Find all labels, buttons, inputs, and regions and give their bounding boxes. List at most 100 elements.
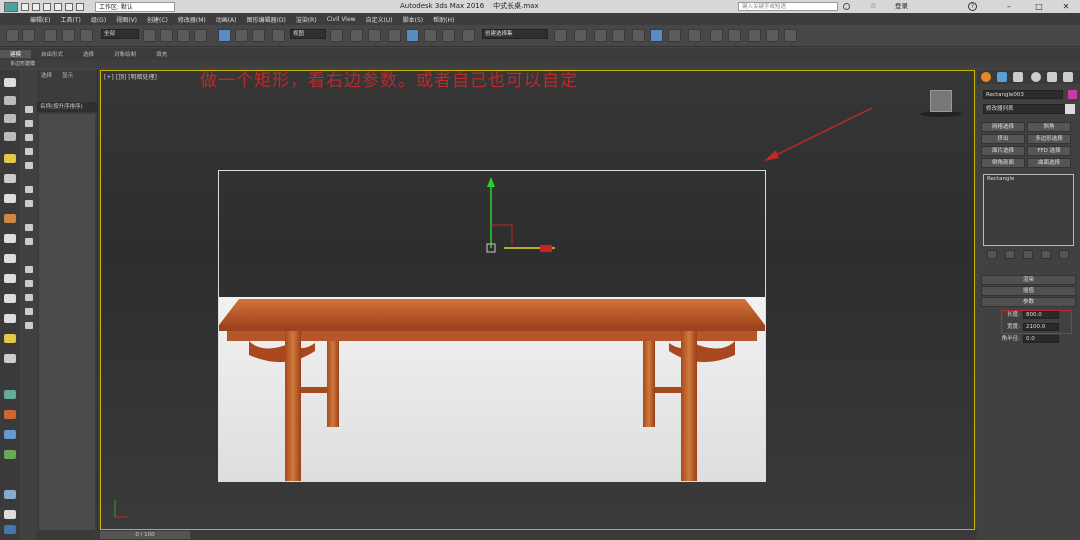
chevron-down-icon[interactable]: [1065, 104, 1075, 114]
select-and-rotate-icon[interactable]: [235, 29, 248, 42]
rollout-parameters[interactable]: 参数: [981, 297, 1076, 307]
cone-icon[interactable]: [4, 314, 16, 323]
object-name-field[interactable]: Rectangle003: [983, 90, 1063, 99]
hierarchy-tab-icon[interactable]: [1013, 72, 1023, 82]
select-by-name-icon[interactable]: [160, 29, 173, 42]
modifier-button-extrude[interactable]: 挤出: [981, 134, 1025, 144]
window-crossing-icon[interactable]: [194, 29, 207, 42]
filter-icon[interactable]: [25, 280, 33, 287]
menu-tools[interactable]: 工具(T): [60, 15, 80, 24]
filter-icon[interactable]: [25, 224, 33, 231]
menu-rendering[interactable]: 渲染(R): [296, 15, 317, 24]
close-button[interactable]: ✕: [1052, 0, 1080, 13]
viewcube[interactable]: [930, 90, 952, 112]
named-selection-dropdown[interactable]: 创建选择集: [482, 29, 548, 39]
object-color-swatch[interactable]: [1068, 90, 1077, 99]
explorer-object-list[interactable]: [39, 114, 95, 534]
filter-icon[interactable]: [25, 200, 33, 207]
box-icon[interactable]: [4, 234, 16, 243]
binoculars-icon[interactable]: [843, 3, 850, 10]
render-iterative-icon[interactable]: [766, 29, 779, 42]
display-tab-icon[interactable]: [1047, 72, 1057, 82]
sphere-icon[interactable]: [4, 490, 16, 499]
modifier-button-poly-select[interactable]: 多边形选择: [1027, 134, 1071, 144]
mirror-icon[interactable]: [554, 29, 567, 42]
render-a360-icon[interactable]: [784, 29, 797, 42]
explorer-tab-select[interactable]: 选择: [41, 70, 52, 82]
menu-customize[interactable]: 自定义(U): [366, 15, 393, 24]
transform-gizmo[interactable]: [480, 175, 570, 255]
toggle-layer-explorer-icon[interactable]: [612, 29, 625, 42]
configure-modifier-sets-icon[interactable]: [1059, 250, 1069, 259]
brush-icon[interactable]: [4, 410, 16, 419]
select-and-move-icon[interactable]: [218, 29, 231, 42]
script-icon[interactable]: [4, 510, 16, 519]
angle-snap-icon[interactable]: [406, 29, 419, 42]
menu-group[interactable]: 组(G): [91, 15, 106, 24]
viewport-label[interactable]: [+] [顶] [明暗处理]: [104, 72, 157, 81]
camera-icon[interactable]: [4, 154, 16, 163]
project-folder-icon[interactable]: [76, 2, 84, 11]
select-object-icon[interactable]: [143, 29, 156, 42]
toggle-ribbon-icon[interactable]: [632, 29, 645, 42]
utilities-tab-icon[interactable]: [1063, 72, 1073, 82]
select-manipulate-icon[interactable]: [350, 29, 363, 42]
undo-icon[interactable]: [54, 2, 62, 11]
help-icon[interactable]: ?: [968, 2, 977, 11]
eye-icon[interactable]: [4, 78, 16, 87]
shape-icon[interactable]: [4, 214, 16, 223]
modifier-stack[interactable]: Rectangle: [983, 174, 1074, 246]
helper-icon[interactable]: [4, 354, 16, 363]
light-icon[interactable]: [4, 174, 16, 183]
modifier-button-mesh-select[interactable]: 网格选择: [981, 122, 1025, 132]
globe-icon[interactable]: [4, 525, 16, 534]
cylinder-icon[interactable]: [4, 254, 16, 263]
link-icon[interactable]: [44, 29, 57, 42]
modifier-button-patch-select[interactable]: 面片选择: [981, 146, 1025, 156]
create-tab-icon[interactable]: [981, 72, 991, 82]
modifier-list-dropdown[interactable]: 修改器列表: [983, 104, 1071, 114]
percent-snap-icon[interactable]: [424, 29, 437, 42]
open-file-icon[interactable]: [32, 2, 40, 11]
sphere-icon[interactable]: [4, 194, 16, 203]
sun-icon[interactable]: [4, 334, 16, 343]
filter-icon[interactable]: [25, 294, 33, 301]
minimize-button[interactable]: –: [995, 0, 1023, 13]
material-editor-icon[interactable]: [688, 29, 701, 42]
render-setup-icon[interactable]: [710, 29, 723, 42]
search-input[interactable]: 键入关键字或短语: [738, 2, 838, 11]
globe-icon[interactable]: [4, 390, 16, 399]
toggle-scene-explorer-icon[interactable]: [594, 29, 607, 42]
list-icon[interactable]: [4, 132, 16, 141]
edit-named-selection-icon[interactable]: [462, 29, 475, 42]
menu-create[interactable]: 创建(C): [147, 15, 168, 24]
param-corner-radius-input[interactable]: 0.0: [1023, 335, 1059, 343]
filter-icon[interactable]: [25, 134, 33, 141]
modifier-stack-item[interactable]: Rectangle: [984, 175, 1073, 183]
ribbon-tab-modeling[interactable]: 建模: [0, 50, 32, 58]
filter-icon[interactable]: [25, 148, 33, 155]
leaf-icon[interactable]: [4, 450, 16, 459]
globe-icon[interactable]: [4, 430, 16, 439]
select-and-scale-icon[interactable]: [252, 29, 265, 42]
show-end-result-icon[interactable]: [1005, 250, 1015, 259]
save-file-icon[interactable]: [43, 2, 51, 11]
filter-icon[interactable]: [25, 162, 33, 169]
filter-icon[interactable]: [25, 120, 33, 127]
rollout-interpolation[interactable]: 插值: [981, 286, 1076, 296]
modify-tab-icon[interactable]: [997, 72, 1007, 82]
modifier-button-ffd-select[interactable]: FFD 选择: [1027, 146, 1071, 156]
sign-in-label[interactable]: 登录: [895, 0, 908, 13]
ribbon-tab-freeform[interactable]: 自由形式: [31, 50, 73, 58]
new-file-icon[interactable]: [21, 2, 29, 11]
filter-icon[interactable]: [25, 186, 33, 193]
app-menu-icon[interactable]: [4, 1, 18, 12]
filter-icon[interactable]: [25, 238, 33, 245]
menu-scripting[interactable]: 脚本(S): [403, 15, 424, 24]
snaps-toggle-icon[interactable]: [388, 29, 401, 42]
keyboard-shortcut-icon[interactable]: [368, 29, 381, 42]
menu-graph-editors[interactable]: 图形编辑器(D): [247, 15, 286, 24]
menu-animation[interactable]: 动画(A): [216, 15, 237, 24]
select-and-place-icon[interactable]: [272, 29, 285, 42]
ribbon-tab-object-paint[interactable]: 对象绘制: [104, 50, 146, 58]
